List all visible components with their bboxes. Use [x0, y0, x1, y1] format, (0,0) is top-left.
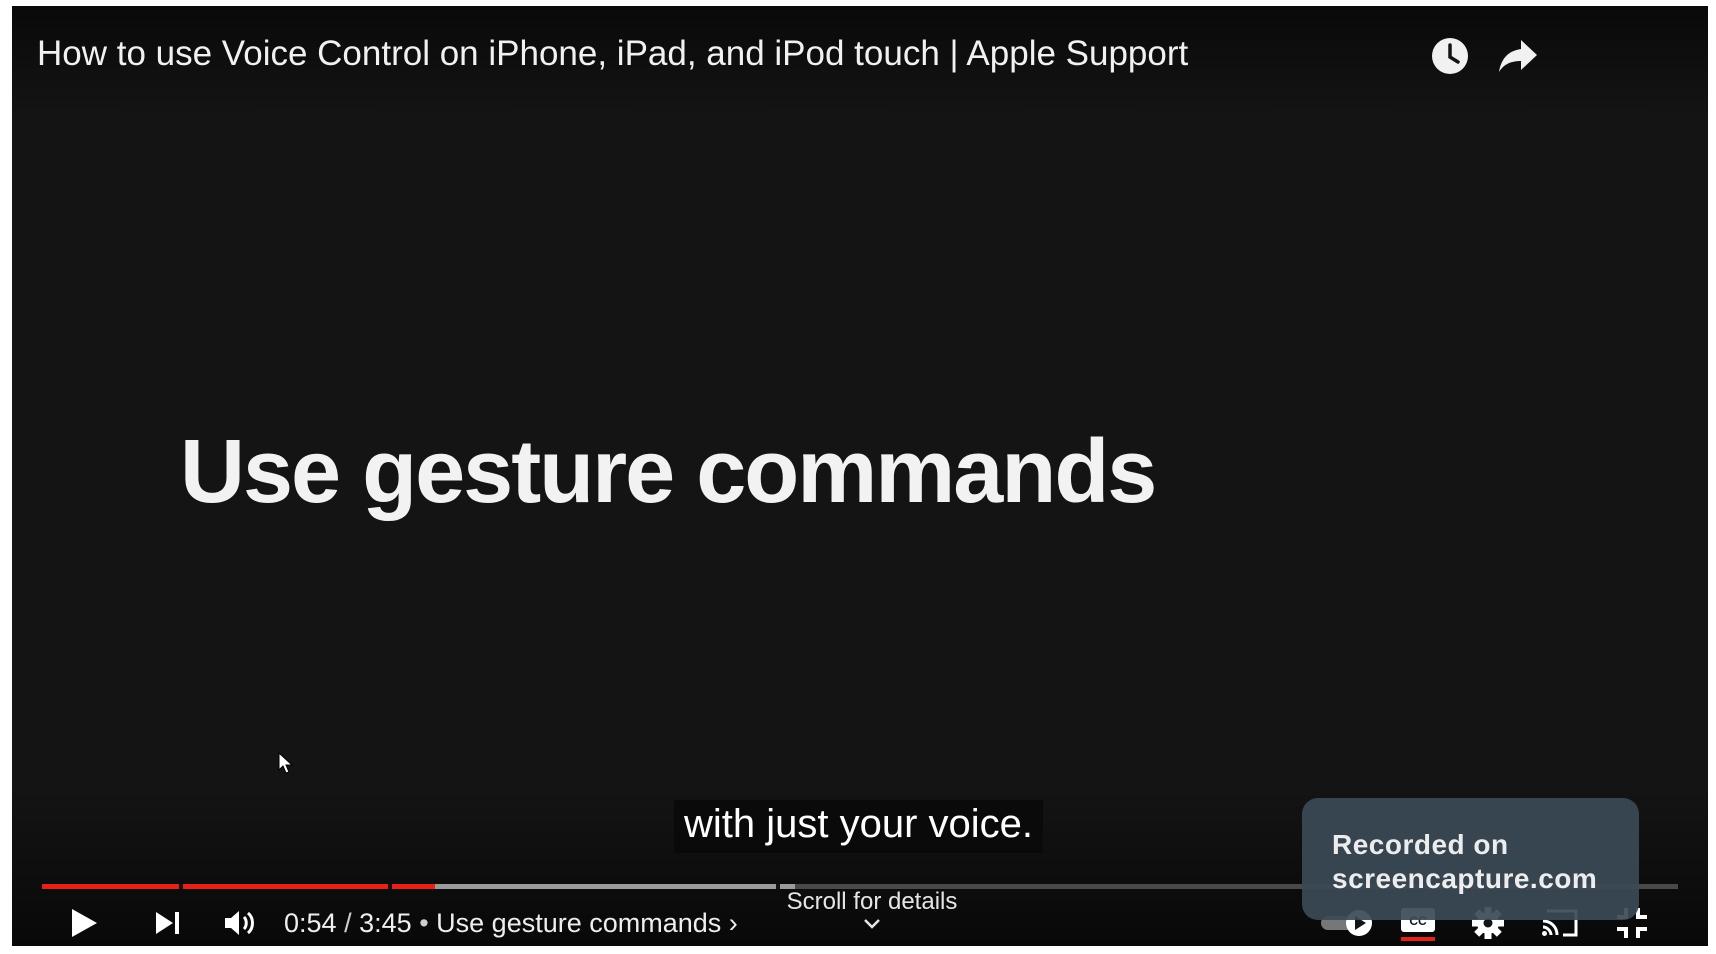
clock-icon[interactable] — [1428, 34, 1472, 78]
slide-heading: Use gesture commands — [180, 422, 1157, 522]
chapter-bullet: • — [419, 908, 429, 938]
time-separator: / — [344, 908, 352, 938]
time-display: 0:54 / 3:45 • Use gesture commands › — [284, 908, 738, 939]
current-time: 0:54 — [284, 908, 337, 938]
video-player[interactable]: How to use Voice Control on iPhone, iPad… — [12, 6, 1708, 946]
chapter-arrow-icon[interactable]: › — [729, 908, 738, 938]
watermark-text: Recorded on screencapture.com — [1332, 828, 1597, 896]
chapter-marker — [179, 884, 184, 889]
share-arrow-icon[interactable] — [1496, 34, 1540, 78]
skip-next-icon — [156, 912, 179, 934]
chapter-title[interactable]: Use gesture commands — [436, 908, 721, 938]
duration: 3:45 — [359, 908, 412, 938]
watermark-line-1: Recorded on — [1332, 829, 1509, 860]
play-icon — [72, 909, 97, 937]
chapter-marker — [388, 884, 393, 889]
volume-button[interactable] — [216, 902, 264, 944]
recording-watermark: Recorded on screencapture.com — [1302, 798, 1639, 920]
volume-icon — [225, 911, 254, 935]
mouse-cursor-icon — [278, 751, 294, 781]
progress-played — [42, 884, 435, 889]
caption-text: with just your voice. — [674, 800, 1044, 853]
next-button[interactable] — [144, 902, 192, 944]
play-button[interactable] — [60, 902, 108, 944]
video-title[interactable]: How to use Voice Control on iPhone, iPad… — [37, 34, 1188, 74]
watermark-line-2: screencapture.com — [1332, 863, 1598, 894]
